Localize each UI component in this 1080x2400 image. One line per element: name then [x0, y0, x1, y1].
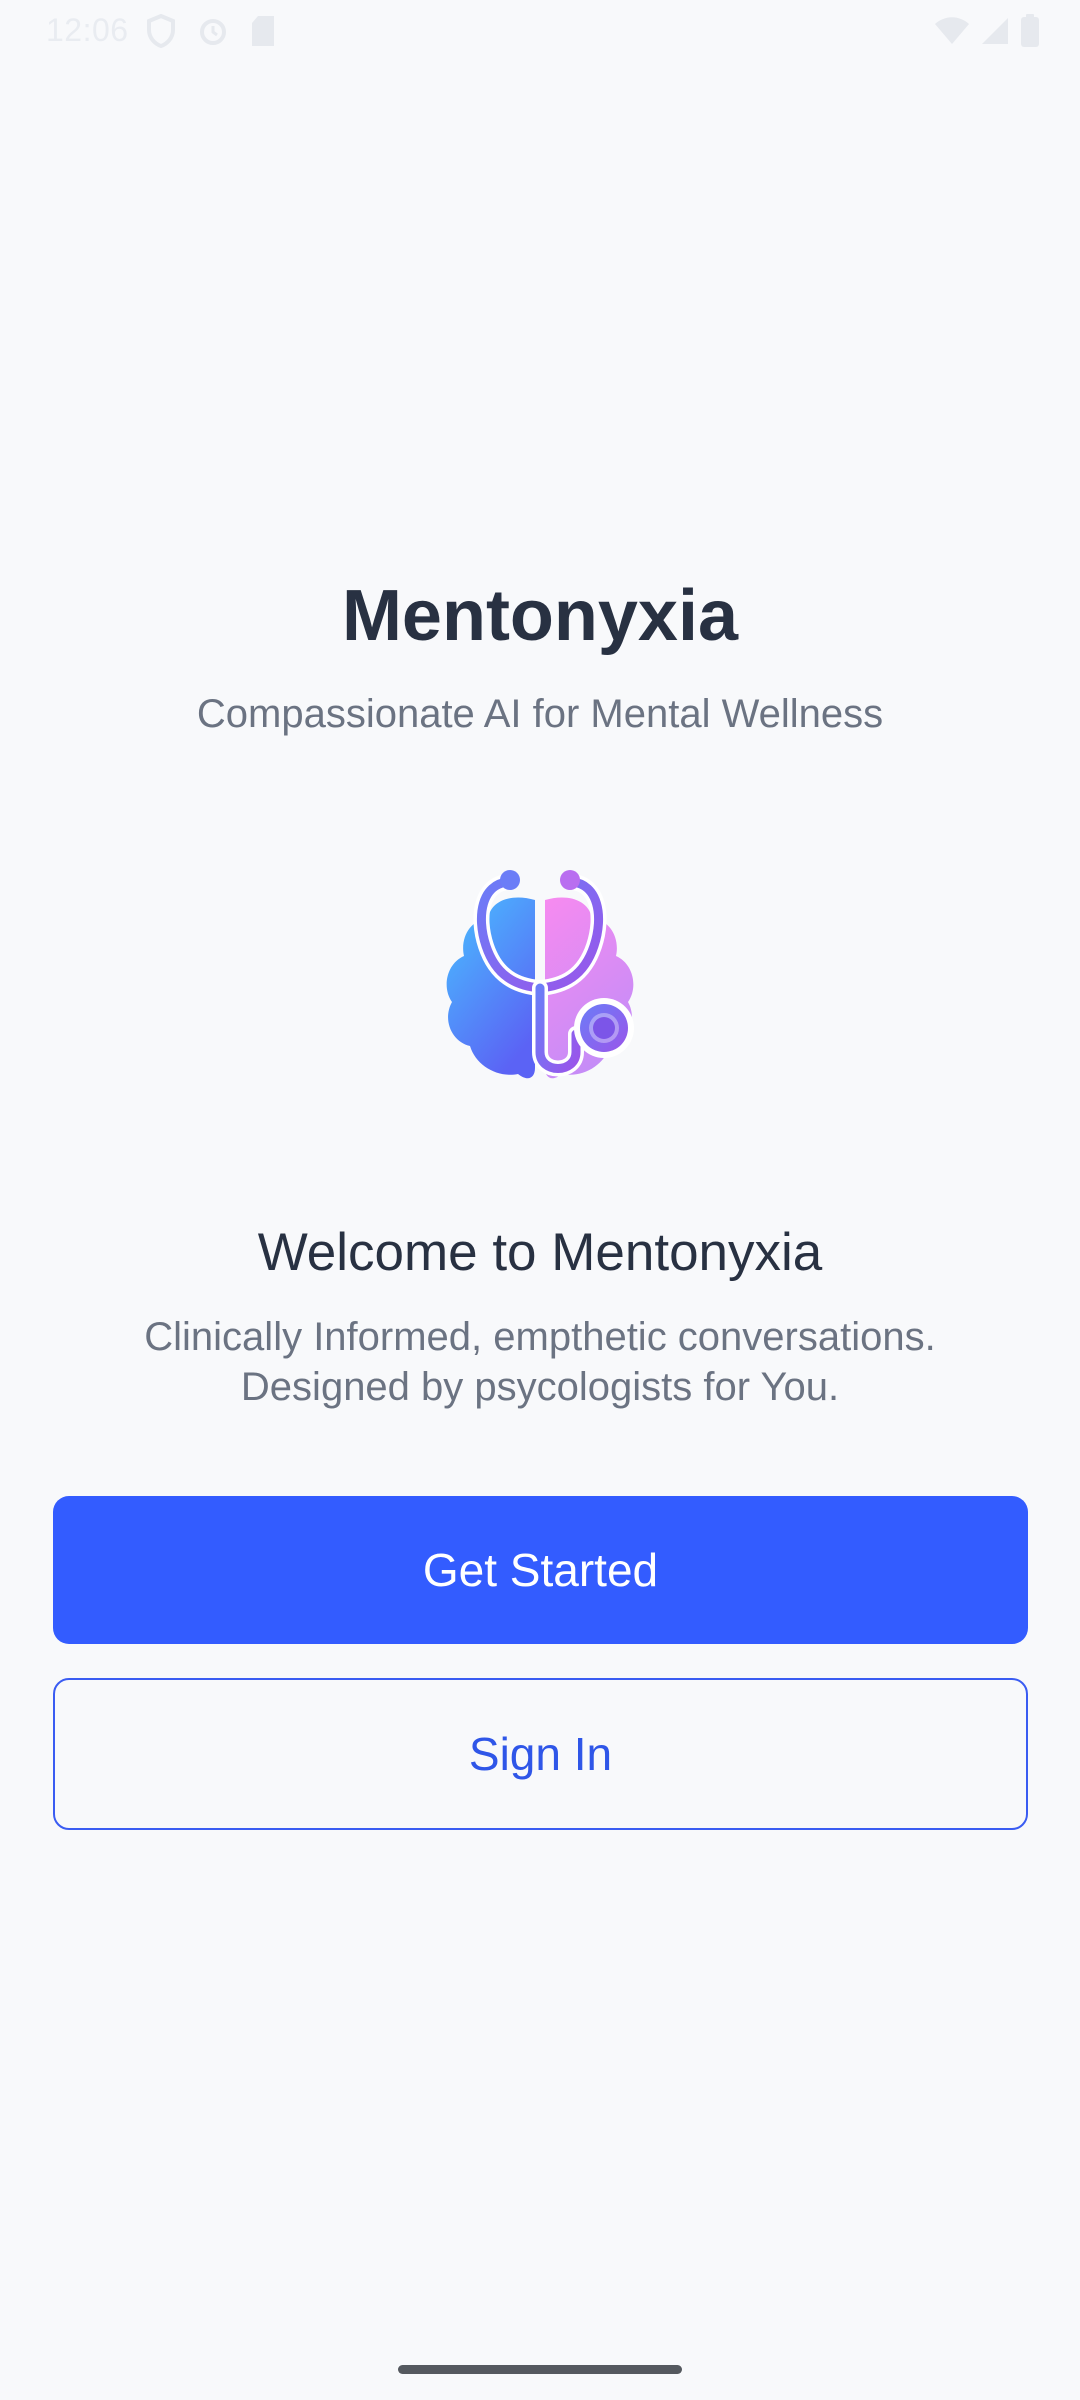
status-bar: 12:06 [0, 0, 1080, 62]
status-left-icons [146, 14, 276, 48]
get-started-button[interactable]: Get Started [53, 1496, 1028, 1644]
welcome-description-line-2: Designed by psycologists for You. [240, 1365, 840, 1409]
battery-icon [1020, 14, 1040, 48]
alarm-icon [198, 16, 228, 46]
welcome-title: Welcome to Mentonyxia [257, 1223, 823, 1282]
status-time: 12:06 [46, 12, 129, 48]
wifi-icon [934, 16, 970, 46]
app-subtitle: Compassionate AI for Mental Wellness [196, 692, 884, 736]
sd-card-icon [250, 15, 276, 47]
app-title: Mentonyxia [341, 576, 739, 656]
welcome-description-line-1: Clinically Informed, empthetic conversat… [144, 1315, 936, 1359]
home-indicator[interactable] [398, 2365, 682, 2374]
brain-stethoscope-icon [430, 860, 650, 1100]
signal-icon [980, 16, 1010, 46]
sign-in-button[interactable]: Sign In [53, 1678, 1028, 1830]
welcome-description: Clinically Informed, empthetic conversat… [0, 1312, 1080, 1412]
status-right-icons [934, 14, 1040, 48]
vpn-shield-icon [146, 14, 176, 48]
